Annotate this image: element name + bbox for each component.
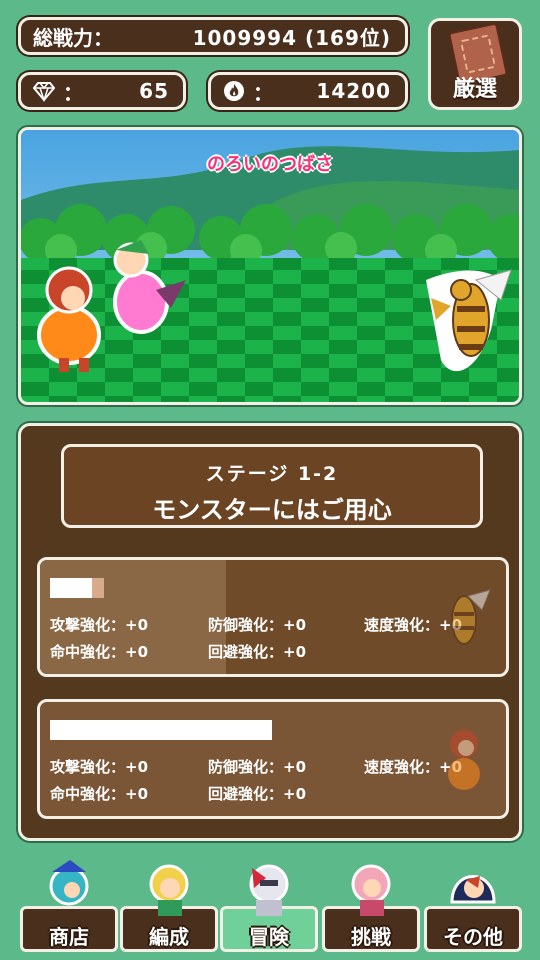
attack-boost: 攻撃強化：+0 [50, 616, 149, 634]
stage-title-box: ステージ 1-2 モンスターにはご用心 [61, 444, 483, 528]
flame-icon [224, 81, 244, 101]
enemy-card[interactable]: 攻撃強化：+0 防御強化：+0 速度強化：+0 命中強化：+0 回避強化：+0 [37, 557, 509, 677]
accuracy-boost: 命中強化：+0 [50, 785, 149, 803]
other-character-icon [450, 875, 496, 904]
nav-formation-label: 編成 [149, 925, 189, 949]
total-power-label: 総戦力： [33, 25, 113, 50]
nav-shop-label: 商店 [49, 925, 89, 949]
fire-colon: ： [253, 80, 273, 105]
enemy-hornet-thumbnail [451, 589, 491, 645]
nav-challenge-label: 挑戦 [351, 925, 391, 949]
attack-boost: 攻撃強化：+0 [50, 758, 149, 776]
evasion-boost: 回避強化：+0 [208, 785, 307, 803]
select-button[interactable]: 厳選 [428, 18, 522, 110]
defense-boost: 防御強化：+0 [208, 758, 307, 776]
nav-formation[interactable]: 編成 [120, 864, 218, 952]
gem-value: 65 [139, 79, 169, 103]
nav-other[interactable]: その他 [424, 875, 522, 952]
formation-character-icon [149, 864, 189, 916]
gem-counter: ： 65 [18, 72, 186, 110]
nav-other-label: その他 [443, 925, 503, 949]
accuracy-boost: 命中強化：+0 [50, 643, 149, 661]
enemy-card[interactable]: 攻撃強化：+0 防御強化：+0 速度強化：+0 命中強化：+0 回避強化：+0 [37, 699, 509, 819]
stage-name: モンスターにはご用心 [152, 496, 392, 524]
adventure-character-icon [249, 864, 289, 916]
battle-scene: のろいのつばさ [18, 127, 522, 405]
total-power-display: 総戦力： 1009994 (169位) [18, 17, 408, 55]
evasion-boost: 回避強化：+0 [208, 643, 307, 661]
fire-value: 14200 [316, 79, 391, 103]
enemy-girl-thumbnail [448, 730, 480, 790]
nav-adventure-label: 冒険 [249, 925, 289, 949]
stage-number: ステージ 1-2 [205, 463, 339, 485]
total-power-value: 1009994 (169位) [192, 25, 391, 50]
nav-challenge[interactable]: 挑戦 [322, 864, 420, 952]
diamond-icon [33, 82, 55, 102]
bottom-nav: 商店 編成 冒険 挑戦 その他 [0, 852, 540, 960]
skill-name: のろいのつばさ [207, 154, 333, 175]
select-button-label: 厳選 [452, 77, 497, 102]
enemy-name-redacted [50, 578, 92, 598]
challenge-character-icon [351, 864, 391, 916]
enemy-name-redacted [50, 720, 272, 740]
hero-orange-sprite [37, 266, 101, 372]
shop-character-icon [49, 860, 89, 906]
stage-panel: ステージ 1-2 モンスターにはご用心 攻撃強化：+0 防御強化：+0 速度強化… [18, 423, 522, 841]
defense-boost: 防御強化：+0 [208, 616, 307, 634]
gem-colon: ： [63, 80, 83, 105]
fire-counter: ： 14200 [208, 72, 408, 110]
nav-shop[interactable]: 商店 [20, 860, 118, 952]
nav-adventure[interactable]: 冒険 [220, 864, 318, 952]
